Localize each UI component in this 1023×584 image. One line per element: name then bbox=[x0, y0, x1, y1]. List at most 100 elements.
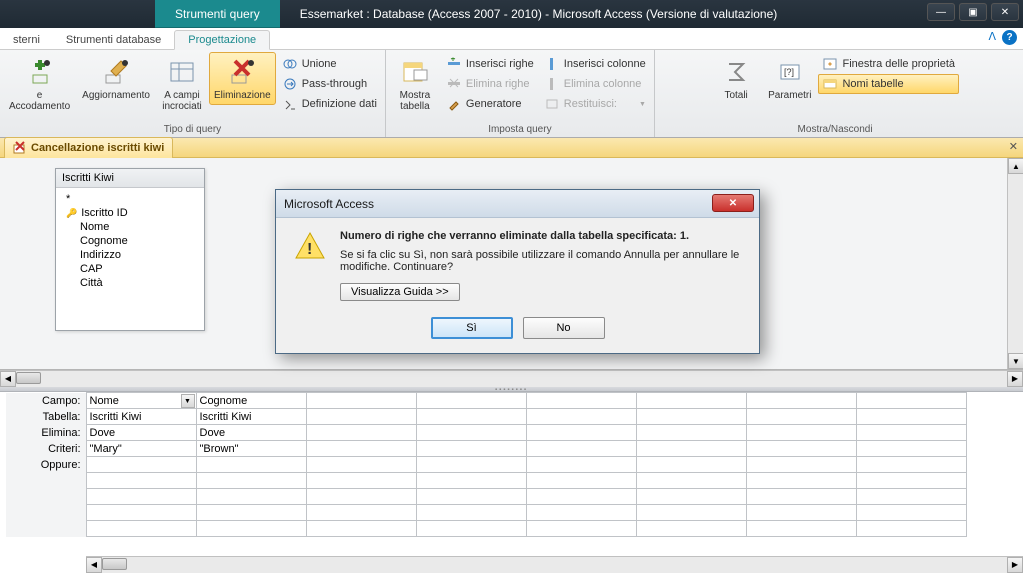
campi-incrociati-button[interactable]: A campiincrociati bbox=[157, 52, 207, 116]
document-tab-active[interactable]: Cancellazione iscritti kiwi bbox=[4, 137, 173, 159]
ribbon-group-tipo-query: eAccodamento Aggiornamento A campiincroc… bbox=[0, 50, 386, 137]
grid-cell-elimina-2[interactable]: Dove bbox=[196, 425, 306, 441]
row-header-oppure: Oppure: bbox=[6, 457, 86, 473]
ribbon-minimize-icon[interactable]: ᐱ bbox=[986, 30, 998, 45]
query-grid: Campo: Nome▼ Cognome Tabella: Iscritti K… bbox=[0, 392, 1023, 572]
scroll-thumb-h[interactable] bbox=[16, 372, 41, 384]
generatore-button[interactable]: Generatore bbox=[442, 94, 538, 114]
design-vertical-scrollbar[interactable]: ▲ ▼ bbox=[1007, 158, 1023, 369]
delete-cols-icon bbox=[544, 76, 560, 92]
field-dropdown-button[interactable]: ▼ bbox=[181, 394, 195, 408]
field-cognome[interactable]: Cognome bbox=[62, 234, 198, 248]
field-citta[interactable]: Città bbox=[62, 276, 198, 290]
grid-cell-campo-2[interactable]: Cognome bbox=[196, 393, 306, 409]
grid-cell-criteri-2[interactable]: "Brown" bbox=[196, 441, 306, 457]
document-close-button[interactable]: ✕ bbox=[1009, 140, 1018, 153]
aggiornamento-button[interactable]: Aggiornamento bbox=[77, 52, 155, 105]
sigma-icon bbox=[720, 56, 752, 88]
definizione-dati-button[interactable]: Definizione dati bbox=[278, 94, 381, 114]
primary-key-icon: 🔑 bbox=[66, 208, 77, 219]
minimize-button[interactable]: — bbox=[927, 3, 955, 21]
window-title: Essemarket : Database (Access 2007 - 201… bbox=[300, 7, 778, 21]
inserisci-righe-button[interactable]: Inserisci righe bbox=[442, 54, 538, 74]
dialog-close-button[interactable]: ✕ bbox=[712, 194, 754, 212]
grid-cell-tabella-1[interactable]: Iscritti Kiwi bbox=[86, 409, 196, 425]
field-nome[interactable]: Nome bbox=[62, 220, 198, 234]
scroll-right-button[interactable]: ▶ bbox=[1007, 371, 1023, 387]
passthrough-button[interactable]: Pass-through bbox=[278, 74, 381, 94]
row-header-campo: Campo: bbox=[6, 393, 86, 409]
insert-rows-icon bbox=[446, 56, 462, 72]
row-header-tabella: Tabella: bbox=[6, 409, 86, 425]
parameters-icon: [?] bbox=[774, 56, 806, 88]
dialog-no-button[interactable]: No bbox=[523, 317, 605, 339]
field-cap[interactable]: CAP bbox=[62, 262, 198, 276]
eliminazione-button[interactable]: Eliminazione bbox=[209, 52, 276, 105]
data-def-icon bbox=[282, 96, 298, 112]
scroll-left-button[interactable]: ◀ bbox=[0, 371, 16, 387]
grid-cell[interactable] bbox=[746, 393, 856, 409]
ribbon-group-imposta-query: Mostratabella Inserisci righe Elimina ri… bbox=[386, 50, 655, 137]
group-label-imposta-query: Imposta query bbox=[390, 123, 650, 137]
field-iscritto-id[interactable]: 🔑Iscritto ID bbox=[62, 206, 198, 220]
design-horizontal-scrollbar[interactable]: ◀ ▶ bbox=[0, 370, 1023, 386]
show-table-icon bbox=[399, 56, 431, 88]
restituisci-button: Restituisci:▼ bbox=[540, 94, 650, 114]
grid-cell[interactable] bbox=[636, 393, 746, 409]
dialog-yes-button[interactable]: Sì bbox=[431, 317, 513, 339]
update-pencil-icon bbox=[100, 56, 132, 88]
union-icon bbox=[282, 56, 298, 72]
svg-text:[?]: [?] bbox=[784, 67, 794, 77]
grid-scroll-left-button[interactable]: ◀ bbox=[86, 557, 102, 573]
finestra-proprieta-button[interactable]: Finestra delle proprietà bbox=[818, 54, 959, 74]
tab-strumenti-database[interactable]: Strumenti database bbox=[53, 31, 174, 49]
crosstab-icon bbox=[166, 56, 198, 88]
tab-progettazione[interactable]: Progettazione bbox=[174, 30, 270, 50]
delete-rows-icon bbox=[446, 76, 462, 92]
ribbon-tabs: sterni Strumenti database Progettazione … bbox=[0, 28, 1023, 50]
tab-esterni[interactable]: sterni bbox=[0, 31, 53, 49]
grid-scroll-right-button[interactable]: ▶ bbox=[1007, 557, 1023, 573]
grid-cell-campo-1[interactable]: Nome▼ bbox=[86, 393, 196, 409]
confirm-delete-dialog: Microsoft Access ✕ ! Numero di righe che… bbox=[275, 189, 760, 354]
qbe-grid-table[interactable]: Campo: Nome▼ Cognome Tabella: Iscritti K… bbox=[6, 392, 967, 537]
grid-cell-tabella-2[interactable]: Iscritti Kiwi bbox=[196, 409, 306, 425]
help-button[interactable]: ? bbox=[1002, 30, 1017, 45]
accodamento-button[interactable]: eAccodamento bbox=[4, 52, 75, 116]
scroll-up-button[interactable]: ▲ bbox=[1008, 158, 1023, 174]
close-button[interactable]: ✕ bbox=[991, 3, 1019, 21]
inserisci-colonne-button[interactable]: Inserisci colonne bbox=[540, 54, 650, 74]
grid-cell-criteri-1[interactable]: "Mary" bbox=[86, 441, 196, 457]
visualizza-guida-button[interactable]: Visualizza Guida >> bbox=[340, 283, 460, 301]
totali-button[interactable]: Totali bbox=[711, 52, 761, 105]
grid-scroll-thumb[interactable] bbox=[102, 558, 127, 570]
grid-cell[interactable] bbox=[306, 393, 416, 409]
append-plus-icon bbox=[24, 56, 56, 88]
grid-cell[interactable] bbox=[856, 393, 966, 409]
grid-horizontal-scrollbar[interactable]: ◀ ▶ bbox=[86, 556, 1023, 572]
dialog-title: Microsoft Access bbox=[284, 197, 374, 211]
grid-cell[interactable] bbox=[416, 393, 526, 409]
row-header-criteri: Criteri: bbox=[6, 441, 86, 457]
dialog-heading: Numero di righe che verranno eliminate d… bbox=[340, 230, 741, 242]
grid-cell[interactable] bbox=[526, 393, 636, 409]
properties-icon bbox=[822, 56, 838, 72]
elimina-righe-button: Elimina righe bbox=[442, 74, 538, 94]
scroll-down-button[interactable]: ▼ bbox=[1008, 353, 1023, 369]
field-star[interactable]: * bbox=[62, 192, 198, 206]
dialog-titlebar[interactable]: Microsoft Access ✕ bbox=[276, 190, 759, 218]
unione-button[interactable]: Unione bbox=[278, 54, 381, 74]
grid-cell-elimina-1[interactable]: Dove bbox=[86, 425, 196, 441]
document-tab-label: Cancellazione iscritti kiwi bbox=[31, 142, 164, 154]
parametri-button[interactable]: [?] Parametri bbox=[763, 52, 816, 105]
maximize-button[interactable]: ▣ bbox=[959, 3, 987, 21]
mostra-tabella-button[interactable]: Mostratabella bbox=[390, 52, 440, 116]
table-field-list[interactable]: Iscritti Kiwi * 🔑Iscritto ID Nome Cognom… bbox=[55, 168, 205, 331]
row-header-elimina: Elimina: bbox=[6, 425, 86, 441]
svg-text:!: ! bbox=[307, 241, 312, 258]
window-titlebar: Strumenti query Essemarket : Database (A… bbox=[0, 0, 1023, 28]
nomi-tabelle-button[interactable]: Nomi tabelle bbox=[818, 74, 959, 94]
context-tab-query-tools[interactable]: Strumenti query bbox=[155, 0, 280, 28]
ribbon: eAccodamento Aggiornamento A campiincroc… bbox=[0, 50, 1023, 138]
field-indirizzo[interactable]: Indirizzo bbox=[62, 248, 198, 262]
